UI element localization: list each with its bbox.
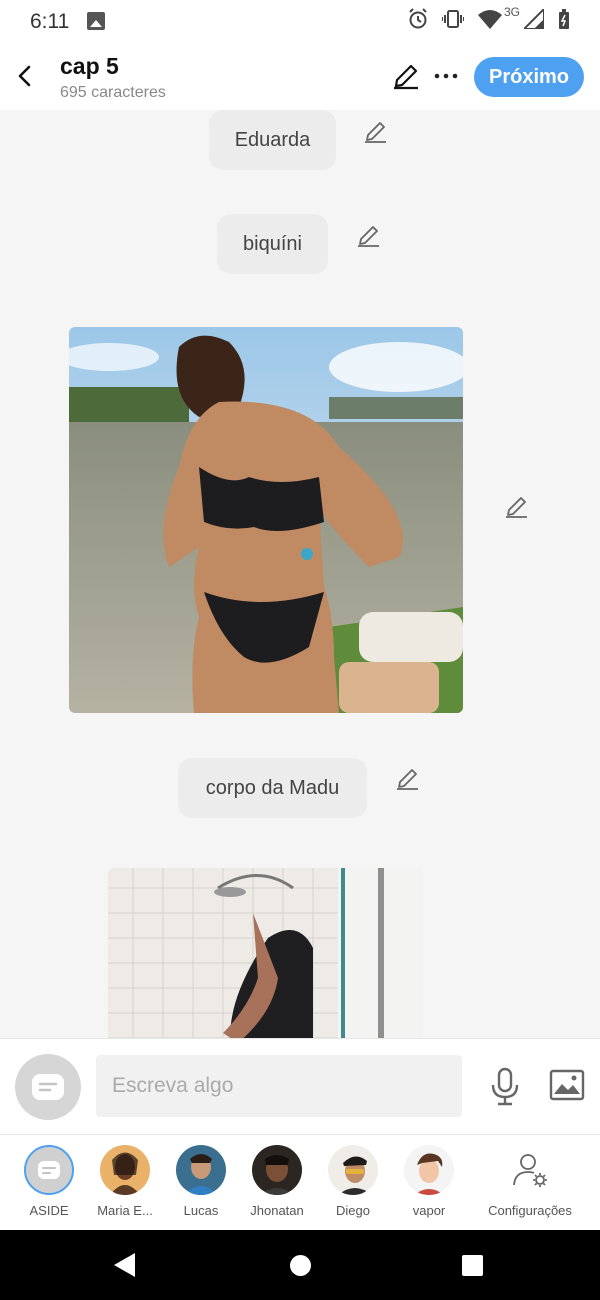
message-input[interactable] bbox=[96, 1055, 462, 1117]
character-count: 695 caracteres bbox=[60, 84, 166, 101]
edit-message-button[interactable] bbox=[505, 495, 529, 519]
message-image[interactable] bbox=[108, 868, 423, 1038]
aside-message-icon bbox=[32, 1074, 64, 1100]
wifi-indicator: 3G bbox=[478, 5, 520, 29]
pencil-icon bbox=[397, 769, 418, 790]
settings-icon-wrap bbox=[505, 1145, 555, 1195]
shower-photo bbox=[108, 868, 423, 1038]
nav-recents-icon[interactable] bbox=[462, 1255, 483, 1276]
signal-icon bbox=[524, 9, 544, 29]
character-bar: ASIDE Maria E... Lucas Jhonatan Diego va… bbox=[0, 1134, 600, 1230]
edit-title-button[interactable] bbox=[392, 62, 420, 90]
character-name: ASIDE bbox=[29, 1203, 69, 1218]
status-icons: 3G bbox=[408, 5, 570, 30]
edit-message-button[interactable] bbox=[396, 767, 420, 791]
story-messages: Eduarda biquíni corpo da Madu bbox=[0, 110, 600, 1038]
system-nav-bar bbox=[0, 1230, 600, 1300]
beach-photo bbox=[69, 327, 463, 713]
edit-message-button[interactable] bbox=[357, 224, 381, 248]
pencil-icon bbox=[394, 64, 418, 90]
microphone-icon bbox=[491, 1067, 519, 1106]
avatar bbox=[404, 1145, 454, 1195]
pencil-icon bbox=[358, 226, 379, 247]
message-bubble[interactable]: biquíni bbox=[217, 214, 328, 274]
wifi-icon bbox=[478, 10, 502, 29]
back-button[interactable] bbox=[8, 58, 40, 94]
message-bubble[interactable]: corpo da Madu bbox=[178, 758, 367, 818]
compose-bar bbox=[0, 1038, 600, 1134]
alarm-icon bbox=[409, 8, 427, 29]
more-horizontal-icon bbox=[434, 73, 458, 79]
avatar bbox=[176, 1145, 226, 1195]
avatar bbox=[24, 1145, 74, 1195]
character-name: Diego bbox=[336, 1203, 370, 1218]
microphone-button[interactable] bbox=[490, 1067, 520, 1107]
avatar-image bbox=[328, 1145, 378, 1195]
character-maria[interactable]: Maria E... bbox=[87, 1145, 163, 1218]
narrator-toggle-button[interactable] bbox=[15, 1054, 81, 1120]
avatar bbox=[252, 1145, 302, 1195]
character-name: Jhonatan bbox=[250, 1203, 304, 1218]
pencil-icon bbox=[506, 497, 527, 518]
avatar-image bbox=[252, 1145, 302, 1195]
message-image[interactable] bbox=[69, 327, 463, 713]
more-options-button[interactable] bbox=[432, 62, 460, 90]
pencil-icon bbox=[365, 122, 386, 143]
avatar-image bbox=[404, 1145, 454, 1195]
attach-image-button[interactable] bbox=[549, 1069, 585, 1101]
settings-button[interactable]: Configurações bbox=[484, 1145, 576, 1218]
nav-home-icon[interactable] bbox=[290, 1255, 311, 1276]
user-gear-icon bbox=[513, 1154, 547, 1187]
message-bubble[interactable]: Eduarda bbox=[209, 110, 336, 170]
character-name: vapor bbox=[412, 1203, 446, 1218]
character-name: Lucas bbox=[183, 1203, 219, 1218]
character-jhonatan[interactable]: Jhonatan bbox=[239, 1145, 315, 1218]
avatar bbox=[328, 1145, 378, 1195]
character-lucas[interactable]: Lucas bbox=[163, 1145, 239, 1218]
avatar-image bbox=[176, 1145, 226, 1195]
battery-icon bbox=[559, 9, 569, 29]
network-type: 3G bbox=[504, 5, 521, 19]
photo-notification-icon bbox=[87, 12, 105, 30]
status-bar: 6:11 3G bbox=[0, 0, 600, 44]
character-diego[interactable]: Diego bbox=[315, 1145, 391, 1218]
edit-message-button[interactable] bbox=[364, 120, 388, 144]
character-vapor[interactable]: vapor bbox=[391, 1145, 467, 1218]
avatar-image bbox=[100, 1145, 150, 1195]
image-icon bbox=[549, 1069, 585, 1101]
aside-message-icon bbox=[38, 1161, 60, 1179]
settings-label: Configurações bbox=[488, 1203, 572, 1218]
next-button[interactable]: Próximo bbox=[474, 57, 584, 97]
character-name: Maria E... bbox=[97, 1203, 153, 1218]
app-header: cap 5 695 caracteres Próximo bbox=[0, 44, 600, 110]
status-time: 6:11 bbox=[30, 10, 70, 33]
chevron-left-icon bbox=[18, 65, 31, 87]
page-title: cap 5 bbox=[60, 53, 119, 79]
nav-back-icon[interactable] bbox=[114, 1253, 135, 1277]
character-aside[interactable]: ASIDE bbox=[11, 1145, 87, 1218]
vibrate-icon bbox=[442, 10, 464, 28]
avatar bbox=[100, 1145, 150, 1195]
